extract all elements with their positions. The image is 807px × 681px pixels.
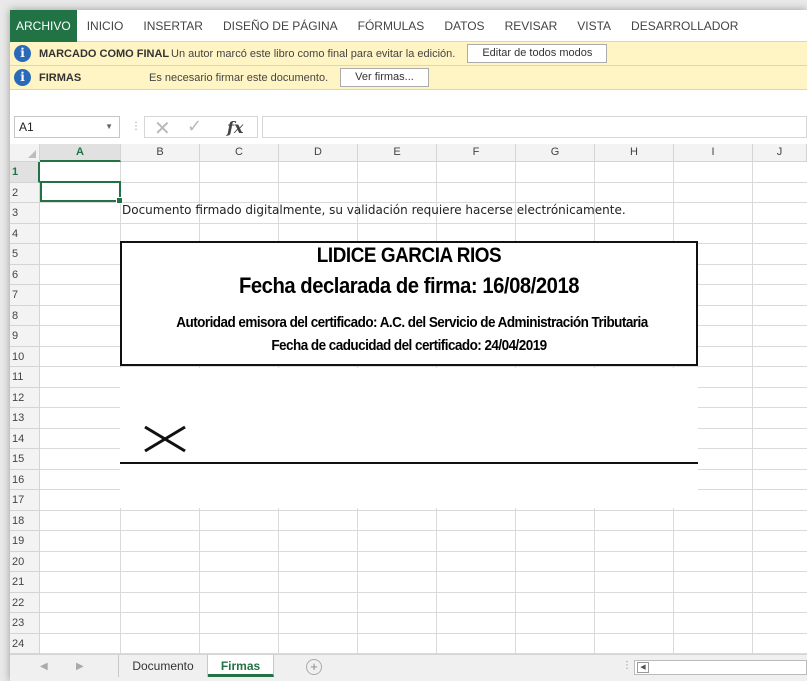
column-header-j[interactable]: J: [753, 144, 807, 162]
tab-desarrollador[interactable]: DESARROLLADOR: [621, 10, 748, 42]
signer-name: LIDICE GARCIA RIOS: [316, 244, 502, 267]
row-gridline: [40, 222, 807, 224]
plus-circle-icon[interactable]: +: [306, 659, 322, 675]
row-header-7[interactable]: 7: [10, 285, 40, 306]
certificate-expiry: Fecha de caducidad del certificado: 24/0…: [271, 337, 547, 354]
row-header-22[interactable]: 22: [10, 592, 40, 613]
view-signatures-button[interactable]: Ver firmas...: [340, 68, 429, 87]
name-box-value: A1: [19, 120, 34, 134]
row-header-20[interactable]: 20: [10, 551, 40, 572]
signature-underline: [120, 462, 698, 464]
tab-archivo[interactable]: ARCHIVO: [10, 10, 77, 42]
row-header-14[interactable]: 14: [10, 428, 40, 449]
worksheet-grid[interactable]: A B C D E F G H I J 1 2 3 4 5 6 7 8 9 10 11 12 13 14 1…: [10, 144, 807, 654]
sheet-tab-bar: ◀ ▶ Documento Firmas + ⋮ ◀: [10, 654, 807, 681]
signature-x-icon: [144, 425, 186, 453]
horizontal-scrollbar[interactable]: ◀: [634, 660, 807, 675]
signatures-bar: i FIRMAS Es necesario firmar este docume…: [10, 66, 807, 90]
row-gridline: [40, 591, 807, 593]
formula-bar-grip-icon[interactable]: ⋮: [131, 118, 141, 136]
scroll-left-icon[interactable]: ◀: [637, 662, 649, 673]
row-header-16[interactable]: 16: [10, 469, 40, 490]
column-header-c[interactable]: C: [200, 144, 279, 162]
column-header-f[interactable]: F: [437, 144, 516, 162]
tab-revisar[interactable]: REVISAR: [495, 10, 568, 42]
declared-signing-date: Fecha declarada de firma: 16/08/2018: [238, 273, 580, 298]
row-header-4[interactable]: 4: [10, 223, 40, 244]
row-gridline: [40, 550, 807, 552]
signature-line-object[interactable]: [120, 368, 698, 508]
sheet-tab-firmas[interactable]: Firmas: [208, 655, 274, 677]
row-header-15[interactable]: 15: [10, 449, 40, 470]
row-header-18[interactable]: 18: [10, 510, 40, 531]
column-header-a[interactable]: A: [40, 144, 121, 162]
row-header-10[interactable]: 10: [10, 346, 40, 367]
marked-final-text: Un autor marcó este libro como final par…: [171, 47, 456, 60]
issuing-authority: Autoridad emisora del certificado: A.C. …: [176, 314, 648, 331]
cancel-icon[interactable]: ✕: [154, 116, 171, 141]
row-gridline: [40, 181, 807, 183]
row-gridline: [40, 366, 807, 367]
info-icon: i: [14, 69, 31, 86]
column-header-i[interactable]: I: [674, 144, 753, 162]
column-header-h[interactable]: H: [595, 144, 674, 162]
scroll-splitter-icon[interactable]: ⋮: [622, 660, 632, 671]
row-header-11[interactable]: 11: [10, 367, 40, 388]
row-header-2[interactable]: 2: [10, 182, 40, 203]
column-header-e[interactable]: E: [358, 144, 437, 162]
column-header-b[interactable]: B: [121, 144, 200, 162]
tab-insertar[interactable]: INSERTAR: [133, 10, 213, 42]
ribbon-tabs: ARCHIVO INICIO INSERTAR DISEÑO DE PÁGINA…: [10, 10, 807, 42]
tab-datos[interactable]: DATOS: [434, 10, 494, 42]
formula-input[interactable]: [262, 116, 807, 138]
cell-b2[interactable]: Documento firmado digitalmente, su valid…: [122, 203, 626, 217]
column-gridline: [752, 162, 753, 654]
row-gridline: [40, 612, 807, 613]
row-header-6[interactable]: 6: [10, 264, 40, 285]
row-header-13[interactable]: 13: [10, 408, 40, 429]
row-header-12[interactable]: 12: [10, 387, 40, 408]
tab-inicio[interactable]: INICIO: [77, 10, 134, 42]
name-box[interactable]: A1 ▼: [14, 116, 120, 138]
signatures-text: Es necesario firmar este documento.: [149, 71, 329, 84]
sheet-next-icon[interactable]: ▶: [76, 661, 84, 672]
row-gridline: [40, 530, 807, 531]
row-header-21[interactable]: 21: [10, 572, 40, 593]
row-gridline: [40, 571, 807, 572]
chevron-down-icon[interactable]: ▼: [105, 117, 113, 137]
excel-window: ARCHIVO INICIO INSERTAR DISEÑO DE PÁGINA…: [10, 10, 807, 681]
select-all-corner[interactable]: [10, 144, 40, 162]
active-cell-a1[interactable]: [40, 181, 123, 204]
row-header-1[interactable]: 1: [10, 162, 40, 183]
edit-anyway-button[interactable]: Editar de todos modos: [467, 44, 608, 63]
insert-function-icon[interactable]: fx: [227, 118, 243, 137]
sheet-tab-documento[interactable]: Documento: [118, 655, 208, 677]
check-icon[interactable]: ✓: [187, 116, 202, 137]
tab-vista[interactable]: VISTA: [567, 10, 621, 42]
column-header-d[interactable]: D: [279, 144, 358, 162]
marked-final-title: MARCADO COMO FINAL: [39, 47, 170, 60]
tab-diseno-pagina[interactable]: DISEÑO DE PÁGINA: [213, 10, 348, 42]
row-header-5[interactable]: 5: [10, 244, 40, 265]
column-header-g[interactable]: G: [516, 144, 595, 162]
row-gridline: [40, 509, 807, 511]
signatures-title: FIRMAS: [39, 71, 82, 84]
row-header-3[interactable]: 3: [10, 203, 40, 224]
formula-buttons: ✕ ✓ fx: [144, 116, 258, 141]
signature-certificate-image: LIDICE GARCIA RIOS Fecha declarada de fi…: [120, 241, 698, 366]
sheet-prev-icon[interactable]: ◀: [40, 661, 48, 672]
row-gridline: [40, 632, 807, 634]
row-header-8[interactable]: 8: [10, 305, 40, 326]
row-header-24[interactable]: 24: [10, 633, 40, 654]
marked-final-bar: i MARCADO COMO FINAL Un autor marcó este…: [10, 42, 807, 66]
formula-bar: A1 ▼ ⋮ ✕ ✓ fx: [10, 114, 807, 140]
row-header-19[interactable]: 19: [10, 531, 40, 552]
row-header-23[interactable]: 23: [10, 613, 40, 634]
row-header-17[interactable]: 17: [10, 490, 40, 511]
row-header-9[interactable]: 9: [10, 326, 40, 347]
tab-formulas[interactable]: FÓRMULAS: [348, 10, 435, 42]
info-icon: i: [14, 45, 31, 62]
